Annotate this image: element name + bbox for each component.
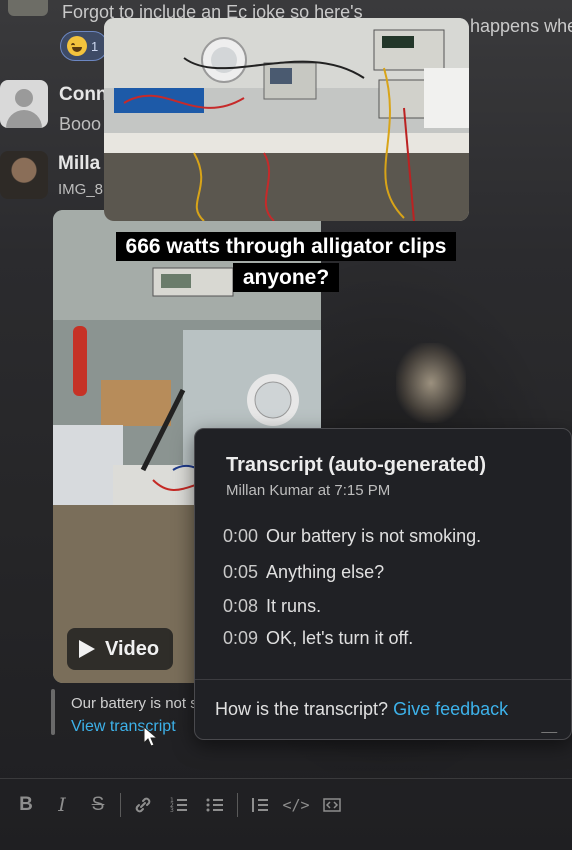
transcript-line[interactable]: 0:08 It runs. bbox=[223, 596, 321, 617]
quote-bar bbox=[51, 689, 55, 735]
lab-bench-image bbox=[104, 18, 469, 221]
popup-divider bbox=[195, 679, 571, 680]
play-icon bbox=[79, 640, 95, 658]
transcript-text: Anything else? bbox=[266, 562, 385, 582]
conversation-name[interactable]: Conn bbox=[59, 84, 108, 106]
transcript-timestamp[interactable]: 0:09 bbox=[223, 628, 258, 648]
conversation-name[interactable]: Milla bbox=[58, 153, 100, 175]
avatar[interactable] bbox=[0, 80, 48, 128]
transcript-timestamp[interactable]: 0:05 bbox=[223, 562, 258, 582]
caption-line: 666 watts through alligator clips bbox=[115, 232, 457, 261]
story-caption: 666 watts through alligator clips anyone… bbox=[0, 231, 572, 293]
popup-author-time: Millan Kumar at 7:15 PM bbox=[226, 482, 391, 499]
italic-icon[interactable]: I bbox=[44, 790, 80, 820]
bold-icon[interactable]: B bbox=[8, 790, 44, 820]
avatar[interactable] bbox=[0, 151, 48, 199]
feedback-prompt: How is the transcript? Give feedback bbox=[215, 699, 508, 720]
resize-grip-icon[interactable] bbox=[540, 723, 566, 733]
caption-line: anyone? bbox=[232, 263, 340, 292]
conversation-preview: IMG_8 bbox=[58, 181, 104, 198]
transcript-timestamp[interactable]: 0:08 bbox=[223, 596, 258, 616]
transcript-timestamp[interactable]: 0:00 bbox=[223, 526, 258, 546]
transcript-line[interactable]: 0:00 Our battery is not smoking. bbox=[223, 526, 481, 547]
svg-text:3: 3 bbox=[170, 807, 174, 814]
composer-divider bbox=[0, 778, 572, 779]
grinning-squint-emoji-icon bbox=[67, 36, 87, 56]
transcript-text: It runs. bbox=[266, 596, 322, 616]
code-icon[interactable]: </> bbox=[278, 790, 314, 820]
transcript-text: Our battery is not smoking. bbox=[266, 526, 482, 546]
code-block-icon[interactable] bbox=[314, 790, 350, 820]
bulleted-list-icon[interactable] bbox=[197, 790, 233, 820]
formatting-toolbar: B I S 123 </> bbox=[8, 790, 350, 820]
conversation-preview: Booo bbox=[59, 114, 102, 134]
strikethrough-icon[interactable]: S bbox=[80, 790, 116, 820]
give-feedback-link[interactable]: Give feedback bbox=[393, 699, 508, 719]
video-play-button[interactable]: Video bbox=[67, 628, 173, 670]
link-icon[interactable] bbox=[125, 790, 161, 820]
reaction-count: 1 bbox=[91, 38, 99, 54]
blockquote-icon[interactable] bbox=[242, 790, 278, 820]
reaction-button[interactable]: 1 bbox=[60, 31, 108, 61]
avatar bbox=[8, 0, 48, 16]
feedback-question: How is the transcript? bbox=[215, 699, 389, 719]
mouse-cursor-icon bbox=[143, 726, 159, 747]
transcript-text: OK, let's turn it off. bbox=[266, 628, 414, 648]
message-text-continuation: happens whe bbox=[470, 16, 572, 36]
transcript-line[interactable]: 0:09 OK, let's turn it off. bbox=[223, 628, 413, 649]
transcript-popup: Transcript (auto-generated) Millan Kumar… bbox=[194, 428, 572, 740]
ordered-list-icon[interactable]: 123 bbox=[161, 790, 197, 820]
transcript-line[interactable]: 0:05 Anything else? bbox=[223, 562, 384, 583]
screen-glare bbox=[396, 343, 466, 423]
view-transcript-link[interactable]: View transcript bbox=[71, 718, 176, 736]
transcript-snippet: Our battery is not smoking. bbox=[71, 695, 195, 712]
video-label: Video bbox=[105, 637, 160, 660]
toolbar-separator bbox=[120, 793, 121, 817]
lab-bench-photo bbox=[104, 18, 469, 221]
popup-title: Transcript (auto-generated) bbox=[226, 454, 487, 476]
toolbar-separator bbox=[237, 793, 238, 817]
